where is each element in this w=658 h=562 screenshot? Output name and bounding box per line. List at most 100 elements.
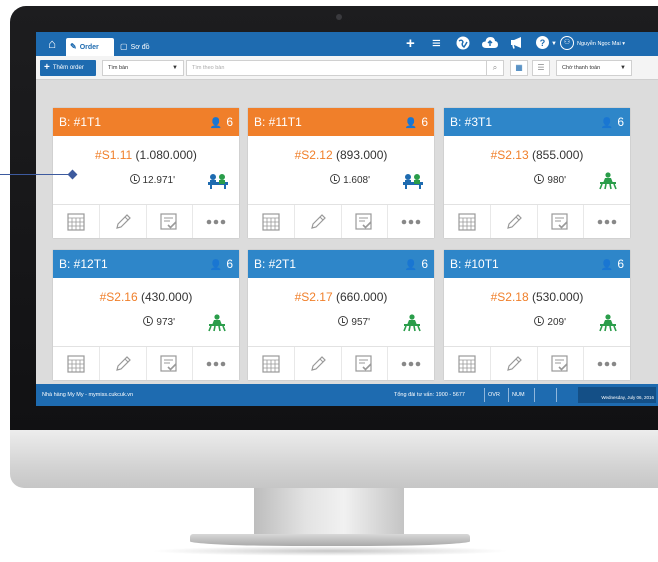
table-select[interactable]: Tìm bàn ▼ (102, 60, 184, 76)
num-indicator: NUM (508, 388, 525, 402)
elapsed-time: 957' (338, 316, 370, 328)
monitor-stand-foot (190, 534, 470, 546)
waiter-icon (598, 172, 618, 190)
elapsed-time: 973' (143, 316, 175, 328)
pencil-icon[interactable] (491, 205, 538, 238)
elapsed-time: 980' (534, 174, 566, 186)
user-avatar-icon[interactable]: ⚇ (560, 36, 574, 50)
search-placeholder: Tìm theo bàn (192, 65, 225, 71)
checklist-icon[interactable] (147, 347, 194, 380)
status-select[interactable]: Chờ thanh toán ▼ (556, 60, 632, 76)
guest-count-value: 6 (617, 257, 624, 271)
table-card[interactable]: B: #11T1 👤 6 #S2.12 (893.000) 1.608' (248, 108, 434, 238)
pencil-icon[interactable] (491, 347, 538, 380)
search-input[interactable]: Tìm theo bàn (186, 60, 504, 76)
more-icon[interactable] (584, 347, 630, 380)
calculator-icon[interactable] (444, 205, 491, 238)
cloud-upload-icon[interactable] (482, 36, 498, 54)
more-icon[interactable] (193, 347, 239, 380)
waiter-icon (598, 314, 618, 332)
chevron-down-icon[interactable]: ▼ (551, 35, 557, 53)
order-info: #S2.18 (530.000) (444, 290, 630, 304)
time-row: 12.971' (53, 172, 239, 192)
table-card[interactable]: B: #1T1 👤 6 #S1.11 (1.080.000) 12.971' (53, 108, 239, 238)
guest-count: 👤 6 (405, 108, 428, 138)
checklist-icon[interactable] (147, 205, 194, 238)
pencil-icon[interactable] (100, 347, 147, 380)
pencil-icon[interactable] (295, 347, 342, 380)
chevron-down-icon: ▼ (172, 65, 178, 71)
table-card[interactable]: B: #3T1 👤 6 #S2.13 (855.000) 980' (444, 108, 630, 238)
card-header: B: #3T1 👤 6 (444, 108, 630, 136)
top-bar: ⌂ ✎ Order ▢ Sơ đồ + ≡ ? ▼ ⚇ Nguyễn Ngọc Ma… (36, 32, 658, 56)
more-icon[interactable] (388, 205, 434, 238)
status-bar: Nhà hàng My My - mymiss.cukcuk.vn Tổng đ… (36, 384, 658, 406)
checklist-icon[interactable] (342, 347, 389, 380)
guest-count: 👤 6 (405, 250, 428, 280)
order-code: #S2.17 (294, 290, 333, 304)
menu-icon[interactable]: ≡ (432, 35, 441, 53)
clock-icon (534, 174, 545, 184)
order-code: #S1.11 (95, 148, 133, 162)
calculator-icon[interactable] (248, 347, 295, 380)
clock-icon (143, 316, 154, 326)
checklist-icon[interactable] (342, 205, 389, 238)
tab-order[interactable]: ✎ Order (66, 38, 114, 56)
clock-icon (338, 316, 349, 326)
add-order-button[interactable]: + Thêm order (40, 60, 96, 76)
clock-icon (330, 174, 341, 184)
elapsed-time-value: 957' (351, 317, 370, 328)
guest-count-value: 6 (226, 115, 233, 129)
order-code: #S2.13 (490, 148, 529, 162)
table-name: B: #2T1 (254, 257, 297, 271)
add-order-label: Thêm order (52, 65, 84, 71)
calculator-icon[interactable] (53, 347, 100, 380)
megaphone-icon[interactable] (510, 36, 524, 54)
help-icon[interactable]: ? (536, 36, 549, 54)
time-row: 957' (248, 314, 434, 334)
table-card[interactable]: B: #12T1 👤 6 #S2.16 (430.000) 973' (53, 250, 239, 380)
globe-icon[interactable] (456, 36, 470, 55)
annotation-line (0, 174, 72, 175)
more-icon[interactable] (193, 205, 239, 238)
card-actions (248, 346, 434, 380)
guest-count: 👤 6 (210, 108, 233, 138)
user-name-label: Nguyễn Ngọc Mai (577, 41, 621, 47)
order-amount: (660.000) (336, 290, 388, 304)
elapsed-time-value: 980' (547, 175, 566, 186)
ovr-indicator: OVR (484, 388, 500, 402)
status-select-value: Chờ thanh toán (562, 65, 601, 71)
checklist-icon[interactable] (538, 205, 585, 238)
tab-floor-map[interactable]: ▢ Sơ đồ (120, 38, 150, 56)
pencil-icon[interactable] (295, 205, 342, 238)
search-icon[interactable]: ⌕ (486, 60, 504, 76)
table-card[interactable]: B: #10T1 👤 6 #S2.18 (530.000) 209' (444, 250, 630, 380)
table-card[interactable]: B: #2T1 👤 6 #S2.17 (660.000) 957' (248, 250, 434, 380)
monitor-chin (10, 430, 658, 488)
card-actions (248, 204, 434, 238)
user-name[interactable]: Nguyễn Ngọc Mai ▾ (577, 38, 625, 50)
calculator-icon[interactable] (248, 205, 295, 238)
pencil-icon[interactable] (100, 205, 147, 238)
calculator-icon[interactable] (53, 205, 100, 238)
list-view-icon[interactable]: ☰ (532, 60, 550, 76)
calculator-icon[interactable] (444, 347, 491, 380)
card-actions (53, 204, 239, 238)
more-icon[interactable] (388, 347, 434, 380)
table-select-value: Tìm bàn (108, 65, 129, 71)
more-icon[interactable] (584, 205, 630, 238)
time-row: 209' (444, 314, 630, 334)
order-code: #S2.18 (490, 290, 529, 304)
order-amount: (430.000) (141, 290, 193, 304)
elapsed-time-value: 1.608' (343, 175, 370, 186)
clock-icon (129, 174, 140, 184)
grid-view-icon[interactable]: ▦ (510, 60, 528, 76)
add-icon[interactable]: + (406, 35, 415, 53)
person-icon: 👤 (404, 118, 418, 129)
hotline-text: Tổng đài tư vấn: 1900 - 5677 (394, 392, 465, 398)
card-actions (53, 346, 239, 380)
home-icon[interactable]: ⌂ (44, 36, 60, 52)
elapsed-time-value: 973' (156, 317, 175, 328)
checklist-icon[interactable] (538, 347, 585, 380)
card-header: B: #10T1 👤 6 (444, 250, 630, 278)
